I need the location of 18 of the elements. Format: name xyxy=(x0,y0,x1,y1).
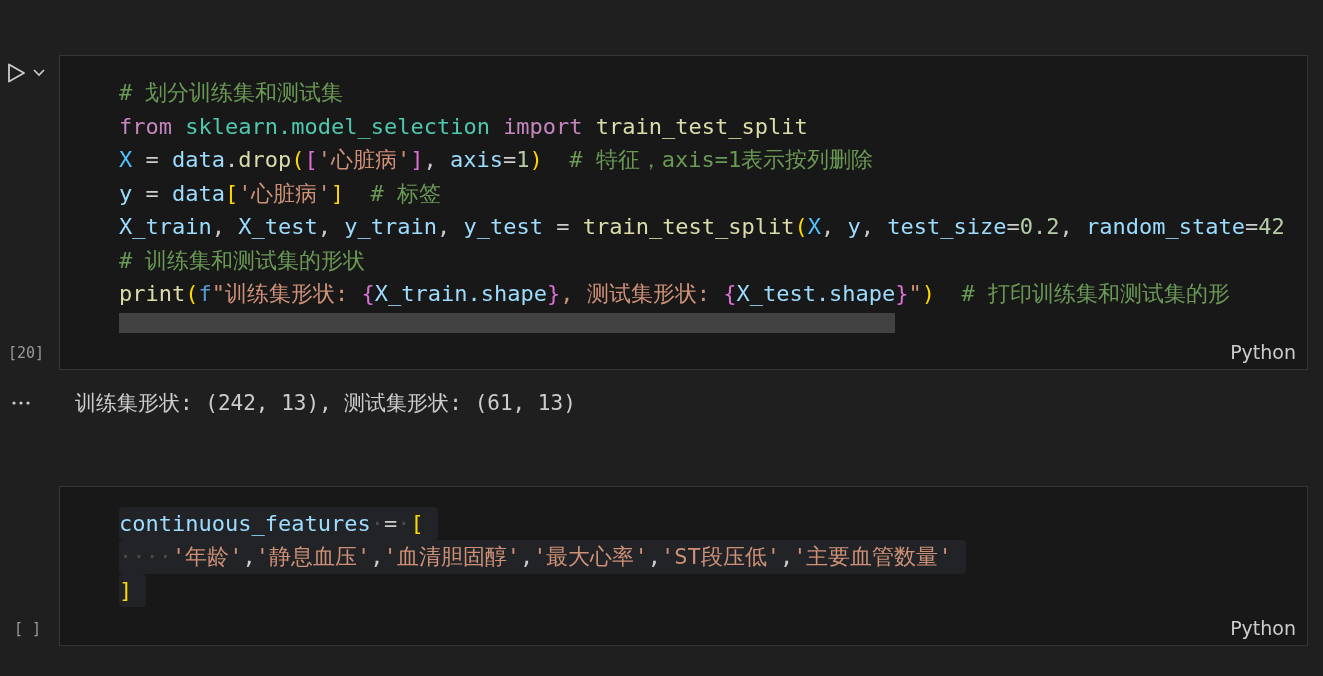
scrollbar-thumb[interactable] xyxy=(119,312,895,333)
code-cell[interactable]: continuous_features·=·[ ····'年龄','静息血压','血清胆固醇','最大心率','ST段压低','主要血管数量' ] Python xyxy=(59,485,1308,646)
code-cell[interactable] xyxy=(59,55,1308,370)
run-icon[interactable] xyxy=(5,62,27,84)
language-label[interactable]: Python xyxy=(1230,340,1296,363)
chevron-down-icon[interactable] xyxy=(32,68,46,78)
code-line: from sklearn.model_selection import train_test_split xyxy=(119,112,808,141)
execution-count: [20] xyxy=(7,343,46,364)
code-line: print(f"训练集形状: {X_train.shape}, 测试集形状: {X_test.shape}") # 打印训练集和测试集的形 xyxy=(119,280,1231,308)
code-line: X_train, X_test, y_train, y_test = train_test_split(X, y, test_size=0.2, random_state=42 xyxy=(119,213,1285,241)
language-label[interactable]: Python xyxy=(1230,617,1296,639)
code-line: # 划分训练集和测试集 xyxy=(119,79,344,107)
cell-output: 训练集形状: (242, 13), 测试集形状: (61, 13) xyxy=(75,389,576,417)
code-line: y = data['心脏病'] # 标签 xyxy=(119,179,441,208)
code-line: X = data.drop(['心脏病'], axis=1) # 特征，axis=1表示按列删除 xyxy=(119,146,874,174)
code-line: # 训练集和测试集的形状 xyxy=(119,246,366,275)
execution-count: [ ] xyxy=(13,620,43,640)
more-icon[interactable] xyxy=(11,399,31,406)
